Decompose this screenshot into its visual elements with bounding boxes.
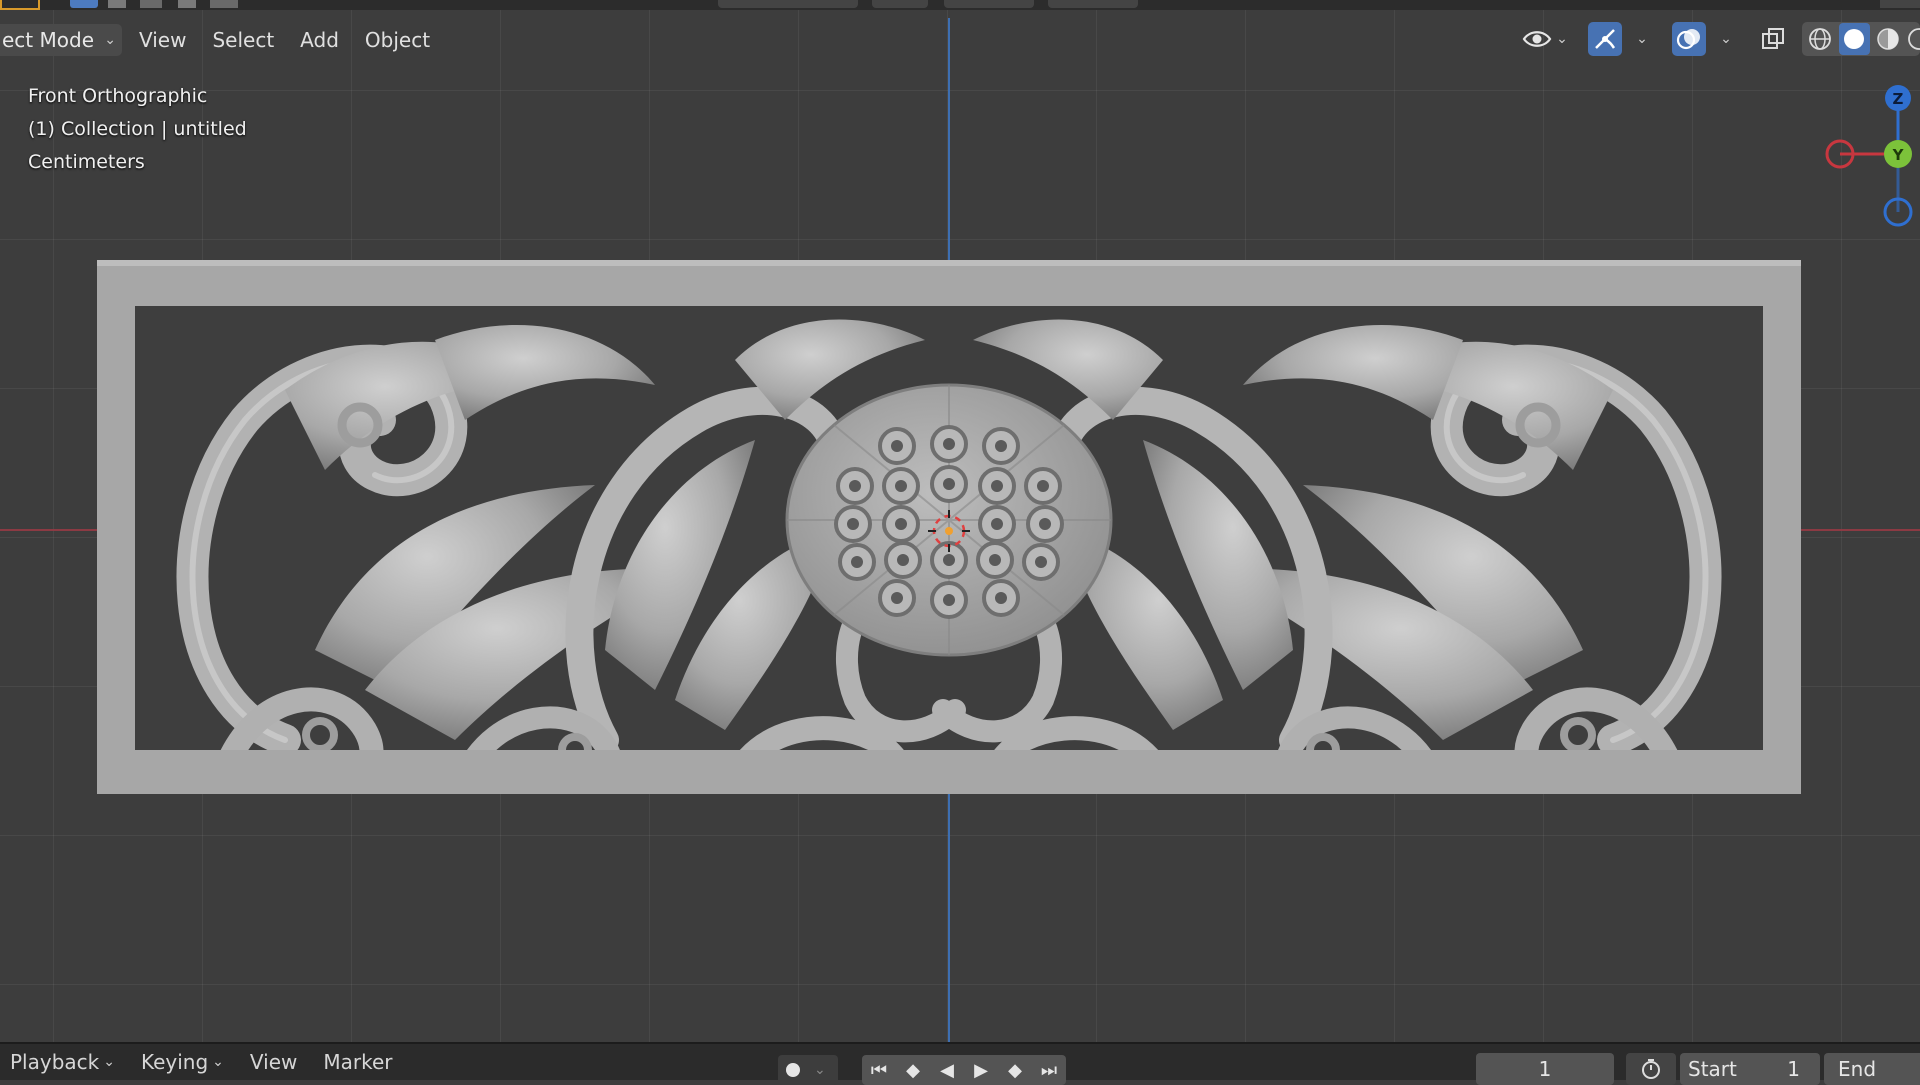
top-toolbar-strip — [0, 0, 1920, 10]
select-mode-icon[interactable] — [210, 0, 238, 8]
select-mode-icon[interactable] — [108, 0, 126, 8]
stopwatch-icon — [1642, 1059, 1660, 1079]
next-keyframe-icon: ◆ — [1008, 1059, 1022, 1081]
3d-cursor-icon — [928, 510, 970, 552]
select-box-icon[interactable] — [70, 0, 98, 8]
gizmo-y-label: Y — [1892, 146, 1905, 164]
chevron-down-icon: ⌄ — [1720, 31, 1732, 47]
snapping-toggle[interactable] — [944, 0, 1034, 8]
chevron-down-icon: ⌄ — [1556, 31, 1568, 47]
units-label: Centimeters — [28, 151, 145, 173]
wireframe-shading-button[interactable] — [1806, 24, 1835, 54]
menu-select[interactable]: Select — [199, 24, 287, 56]
preview-range-toggle[interactable] — [1626, 1053, 1676, 1085]
material-sphere-icon — [1877, 28, 1899, 50]
3d-viewport[interactable]: Front Orthographic (1) Collection | unti… — [0, 0, 1920, 1042]
solid-shading-button[interactable] — [1838, 23, 1870, 55]
transform-orientation-select[interactable] — [718, 0, 858, 8]
overlays-toggle-button[interactable] — [1672, 22, 1706, 56]
chevron-down-icon: ⌄ — [1636, 31, 1648, 47]
jump-to-end-button[interactable]: ⏭ — [1032, 1055, 1066, 1085]
start-label: Start — [1688, 1057, 1737, 1081]
navigation-gizmo[interactable]: Z Y — [1820, 82, 1920, 232]
interaction-mode-select[interactable]: ect Mode ⌄ — [0, 24, 122, 56]
visibility-dropdown[interactable]: ⌄ — [1516, 22, 1574, 56]
marker-menu[interactable]: Marker — [313, 1044, 402, 1080]
tool-icon[interactable] — [0, 0, 40, 10]
start-frame-field[interactable]: Start 1 — [1680, 1053, 1820, 1085]
menu-add[interactable]: Add — [287, 24, 352, 56]
current-frame-value: 1 — [1538, 1057, 1552, 1081]
playback-menu[interactable]: Playback ⌄ — [0, 1044, 125, 1080]
rendered-shading-button[interactable] — [1907, 24, 1920, 54]
keying-menu[interactable]: Keying ⌄ — [131, 1044, 234, 1080]
jump-to-start-button[interactable]: ⏮ — [862, 1055, 896, 1085]
chevron-down-icon: ⌄ — [212, 1054, 224, 1070]
rendered-sphere-icon — [1907, 28, 1920, 50]
options-button[interactable] — [1880, 0, 1920, 8]
wireframe-icon — [1809, 28, 1832, 50]
chevron-down-icon: ⌄ — [814, 1062, 826, 1078]
shading-mode-group — [1802, 22, 1920, 56]
play-reverse-icon: ◀ — [940, 1059, 954, 1081]
jump-end-icon: ⏭ — [1040, 1059, 1058, 1081]
timeline-view-menu[interactable]: View — [240, 1044, 307, 1080]
collection-label: (1) Collection | untitled — [28, 118, 247, 140]
jump-start-icon: ⏮ — [870, 1059, 888, 1081]
header-menu-row: ect Mode ⌄ View Select Add Object — [0, 22, 443, 58]
overlays-icon — [1676, 29, 1700, 50]
proportional-editing-toggle[interactable] — [1048, 0, 1138, 8]
viewport-header: ect Mode ⌄ View Select Add Object ⌄ ⌄ ⌄ — [0, 0, 1920, 80]
gizmo-icon — [1595, 29, 1616, 49]
xray-toggle-button[interactable] — [1756, 22, 1790, 56]
gizmo-z-label: Z — [1893, 90, 1904, 108]
mode-label: ect Mode — [2, 28, 94, 52]
gizmo-options-dropdown[interactable]: ⌄ — [1626, 22, 1654, 56]
auto-keying-toggle[interactable]: ⌄ — [778, 1055, 838, 1085]
eye-icon — [1522, 31, 1552, 47]
end-label: End — [1838, 1057, 1877, 1081]
play-icon: ▶ — [974, 1059, 988, 1081]
jump-to-keyframe-forward-button[interactable]: ◆ — [998, 1055, 1032, 1085]
solid-sphere-icon — [1844, 29, 1865, 49]
overlays-options-dropdown[interactable]: ⌄ — [1710, 22, 1738, 56]
jump-to-keyframe-back-button[interactable]: ◆ — [896, 1055, 930, 1085]
record-icon — [786, 1063, 800, 1077]
chevron-down-icon: ⌄ — [104, 32, 116, 48]
pivot-point-select[interactable] — [872, 0, 928, 8]
keying-label: Keying — [140, 1050, 209, 1074]
chevron-down-icon: ⌄ — [103, 1054, 115, 1070]
xray-icon — [1762, 28, 1784, 49]
select-mode-icon[interactable] — [178, 0, 196, 8]
select-mode-icon[interactable] — [140, 0, 162, 8]
prev-keyframe-icon: ◆ — [906, 1059, 920, 1081]
gizmo-toggle-button[interactable] — [1588, 22, 1622, 56]
view-name-label: Front Orthographic — [28, 85, 208, 107]
end-frame-field[interactable]: End — [1824, 1053, 1920, 1085]
playback-label: Playback — [10, 1050, 100, 1074]
menu-object[interactable]: Object — [352, 24, 443, 56]
material-shading-button[interactable] — [1874, 24, 1903, 54]
menu-view[interactable]: View — [126, 24, 199, 56]
current-frame-field[interactable]: 1 — [1476, 1053, 1614, 1085]
play-button[interactable]: ▶ — [964, 1055, 998, 1085]
viewport-info: Front Orthographic (1) Collection | unti… — [28, 80, 247, 179]
start-value: 1 — [1787, 1057, 1800, 1081]
play-reverse-button[interactable]: ◀ — [930, 1055, 964, 1085]
